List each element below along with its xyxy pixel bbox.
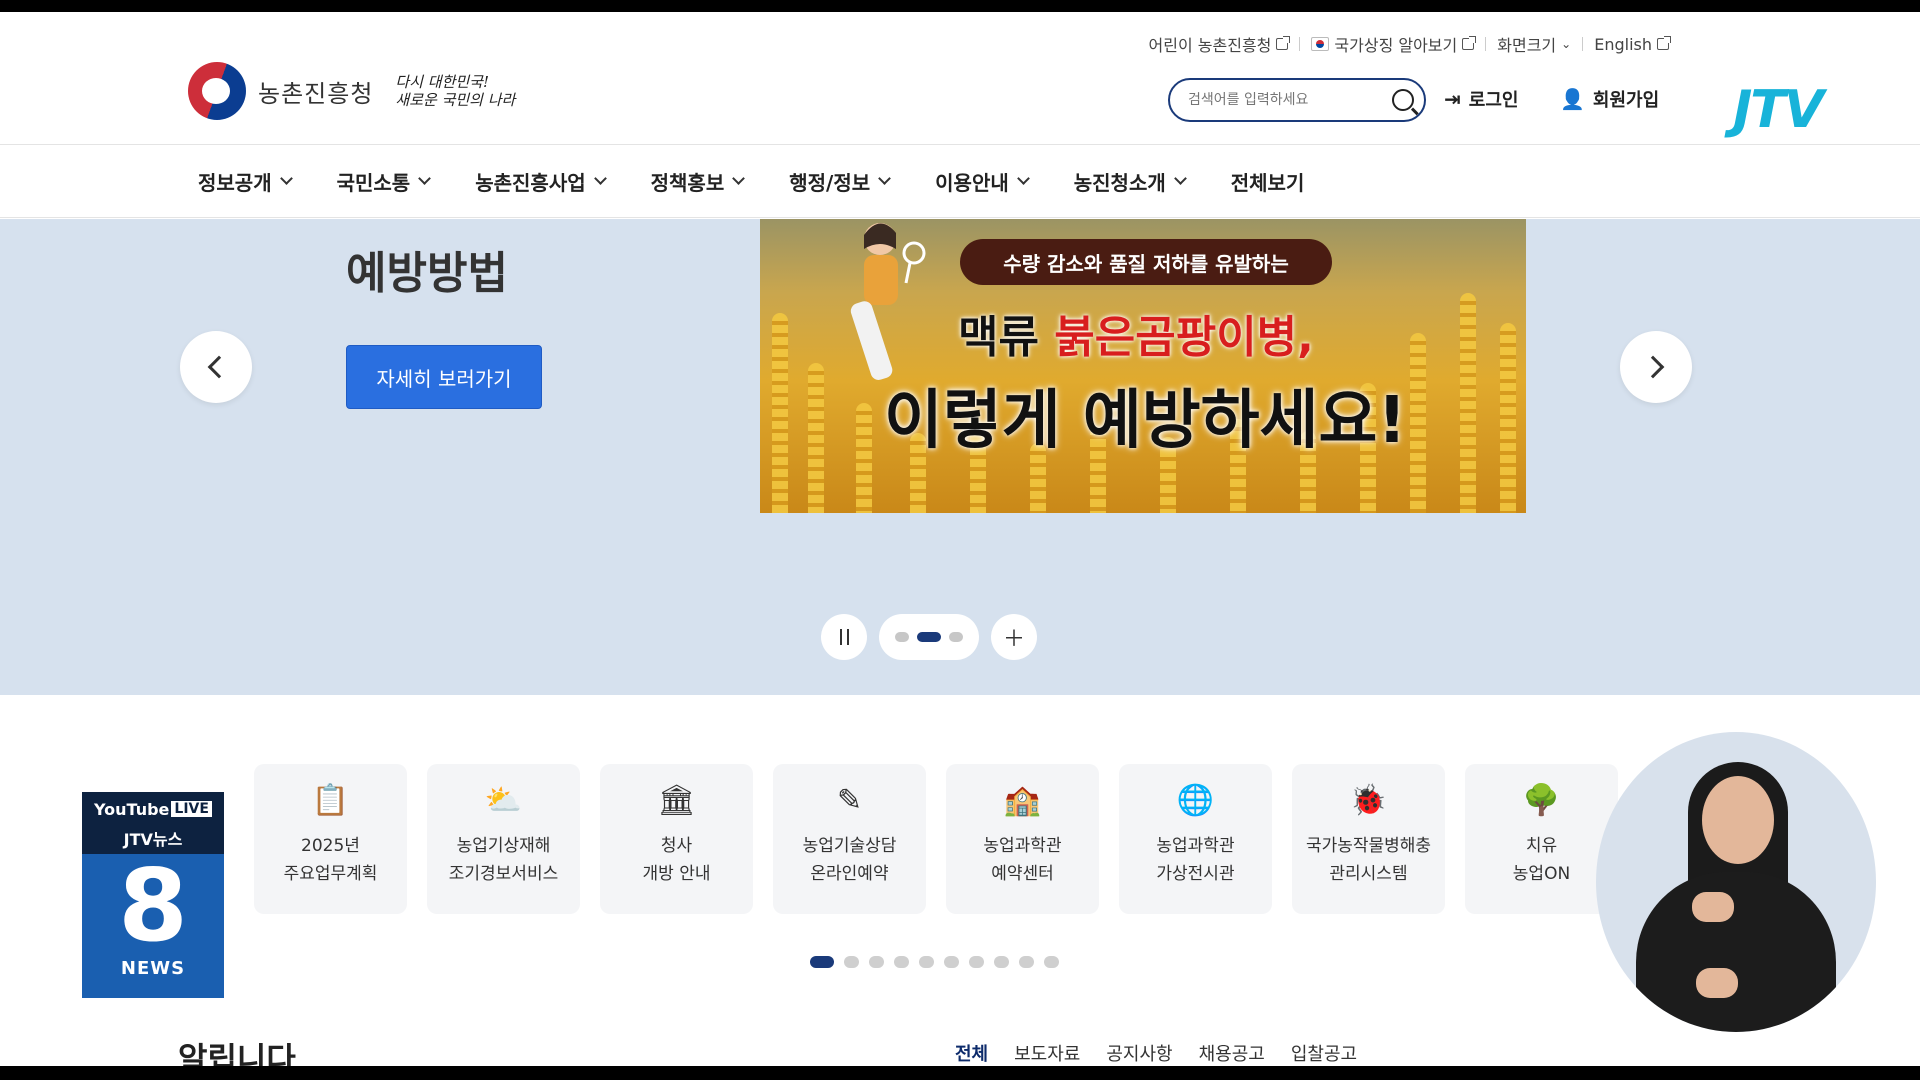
external-link-icon	[1276, 36, 1291, 50]
tab-recruitment[interactable]: 채용공고	[1199, 1040, 1265, 1066]
chevron-down-icon	[279, 171, 293, 185]
quick-link-pest-system[interactable]: 🐞 국가농작물병해충 관리시스템	[1292, 764, 1445, 914]
clipboard-icon: 📋	[311, 782, 350, 818]
science-hall-icon: 🏫	[1003, 782, 1042, 818]
weather-alert-icon: ⛅	[484, 782, 523, 818]
plus-icon: ＋	[1002, 627, 1025, 652]
banner-subtitle: 수량 감소와 품질 저하를 유발하는	[960, 239, 1332, 285]
bug-scan-icon: 🐞	[1349, 782, 1388, 818]
government-building-icon: 🏛	[657, 782, 696, 818]
pagination-dot[interactable]	[969, 956, 984, 968]
chevron-down-icon	[593, 171, 607, 185]
kids-site-link[interactable]: 어린이 농촌진흥청	[1138, 32, 1300, 56]
search-input[interactable]	[1188, 92, 1392, 108]
pagination-dot[interactable]	[994, 956, 1009, 968]
quick-links: 📋 2025년 주요업무계획 ⛅ 농업기상재해 조기경보서비스 🏛 청사 개방 …	[254, 764, 1618, 914]
chevron-left-icon	[207, 355, 231, 379]
nav-public-communication[interactable]: 국민소통	[337, 167, 432, 196]
quick-link-work-plan[interactable]: 📋 2025년 주요업무계획	[254, 764, 407, 914]
view-details-button[interactable]: 자세히 보러가기	[346, 345, 542, 409]
banner-headline-2: 이렇게 예방하세요!	[884, 384, 1407, 458]
pause-icon	[839, 629, 849, 645]
jtv-logo: JTV	[1732, 80, 1824, 140]
carousel-dot[interactable]	[949, 632, 963, 642]
jtv-news-live-badge: YouTube LIVE JTV뉴스 8 NEWS	[82, 792, 224, 998]
main-nav: 정보공개 국민소통 농촌진흥사업 정책홍보 행정/정보 이용안내 농진청소개 전…	[0, 144, 1920, 218]
search-box	[1168, 78, 1426, 122]
screen-size-dropdown[interactable]: 화면크기 ⌄	[1486, 32, 1582, 56]
tab-all[interactable]: 전체	[955, 1040, 988, 1066]
carousel-prev-button[interactable]	[180, 331, 252, 403]
browser-viewport: 어린이 농촌진흥청 국가상징 알아보기 화면크기 ⌄ English 농촌진흥청…	[0, 12, 1920, 1066]
quick-link-tech-consult[interactable]: ✎ 농업기술상담 온라인예약	[773, 764, 926, 914]
chevron-down-icon	[878, 171, 892, 185]
globe-icon: 🌐	[1176, 782, 1215, 818]
chevron-down-icon: ⌄	[1561, 37, 1572, 51]
pagination-dot[interactable]	[894, 956, 909, 968]
tree-icon: 🌳	[1522, 782, 1561, 818]
pagination-dot[interactable]	[1019, 956, 1034, 968]
carousel-controls: ＋	[0, 614, 1920, 660]
nav-usage-guide[interactable]: 이용안내	[935, 167, 1030, 196]
nav-view-all[interactable]: 전체보기	[1231, 167, 1305, 196]
hero-carousel: 예방방법 자세히 보러가기 수량 감소와 품질 저하를 유발하는 맥류 붉은곰팡…	[0, 219, 1920, 695]
hero-title: 예방방법	[346, 248, 508, 299]
chevron-down-icon	[418, 171, 432, 185]
tab-announcements[interactable]: 공지사항	[1106, 1040, 1172, 1066]
nav-administration-info[interactable]: 행정/정보	[789, 167, 892, 196]
government-emblem-icon	[188, 62, 246, 120]
quick-link-science-hall-booking[interactable]: 🏫 농업과학관 예약센터	[946, 764, 1099, 914]
tab-press-release[interactable]: 보도자료	[1014, 1040, 1080, 1066]
tab-bidding[interactable]: 입찰공고	[1291, 1040, 1357, 1066]
nav-about-agency[interactable]: 농진청소개	[1074, 167, 1187, 196]
carousel-indicators	[879, 614, 979, 660]
quick-link-healing-farm[interactable]: 🌳 치유 농업ON	[1465, 764, 1618, 914]
quick-link-virtual-exhibition[interactable]: 🌐 농업과학관 가상전시관	[1119, 764, 1272, 914]
utility-bar: 어린이 농촌진흥청 국가상징 알아보기 화면크기 ⌄ English	[1138, 32, 1680, 56]
login-link[interactable]: ⇥ 로그인	[1444, 86, 1518, 112]
pagination-dot-active[interactable]	[810, 956, 834, 968]
site-logo[interactable]: 농촌진흥청 다시 대한민국! 새로운 국민의 나라	[188, 62, 515, 120]
pagination-dot[interactable]	[1044, 956, 1059, 968]
carousel-pause-button[interactable]	[821, 614, 867, 660]
agency-name: 농촌진흥청	[258, 79, 374, 108]
pagination-dot[interactable]	[919, 956, 934, 968]
login-icon: ⇥	[1444, 87, 1461, 111]
carousel-dot-active[interactable]	[917, 632, 941, 642]
pen-consult-icon: ✎	[836, 782, 863, 818]
english-site-link[interactable]: English	[1583, 35, 1680, 54]
pagination-dot[interactable]	[944, 956, 959, 968]
hero-banner-image[interactable]: 수량 감소와 품질 저하를 유발하는 맥류 붉은곰팡이병, 이렇게 예방하세요!	[760, 219, 1526, 513]
pagination-dot[interactable]	[844, 956, 859, 968]
external-link-icon	[1462, 36, 1477, 50]
quick-link-weather-warning[interactable]: ⛅ 농업기상재해 조기경보서비스	[427, 764, 580, 914]
join-link[interactable]: 👤 회원가입	[1560, 86, 1659, 112]
pagination-dot[interactable]	[869, 956, 884, 968]
chevron-down-icon	[732, 171, 746, 185]
external-link-icon	[1657, 36, 1671, 50]
slogan-logo: 다시 대한민국! 새로운 국민의 나라	[395, 73, 516, 109]
search-icon[interactable]	[1392, 89, 1414, 111]
carousel-dot[interactable]	[895, 632, 909, 642]
chevron-down-icon	[1173, 171, 1187, 185]
chevron-right-icon	[1641, 355, 1665, 379]
quick-link-building-open[interactable]: 🏛 청사 개방 안내	[600, 764, 753, 914]
nav-policy-promotion[interactable]: 정책홍보	[651, 167, 746, 196]
nav-rural-development-projects[interactable]: 농촌진흥사업	[475, 167, 607, 196]
nav-info-disclosure[interactable]: 정보공개	[198, 167, 293, 196]
korea-flag-icon	[1311, 37, 1330, 51]
user-add-icon: 👤	[1560, 87, 1585, 111]
sign-language-interpreter-video	[1596, 732, 1876, 1032]
notice-tabs: 전체 보도자료 공지사항 채용공고 입찰공고	[955, 1040, 1357, 1066]
national-symbol-link[interactable]: 국가상징 알아보기	[1300, 32, 1485, 56]
quick-links-pagination	[810, 956, 1059, 968]
carousel-more-button[interactable]: ＋	[991, 614, 1037, 660]
banner-headline-1: 맥류 붉은곰팡이병,	[958, 312, 1314, 363]
chevron-down-icon	[1016, 171, 1030, 185]
carousel-next-button[interactable]	[1620, 331, 1692, 403]
notice-section-title: 알립니다	[178, 1040, 296, 1066]
